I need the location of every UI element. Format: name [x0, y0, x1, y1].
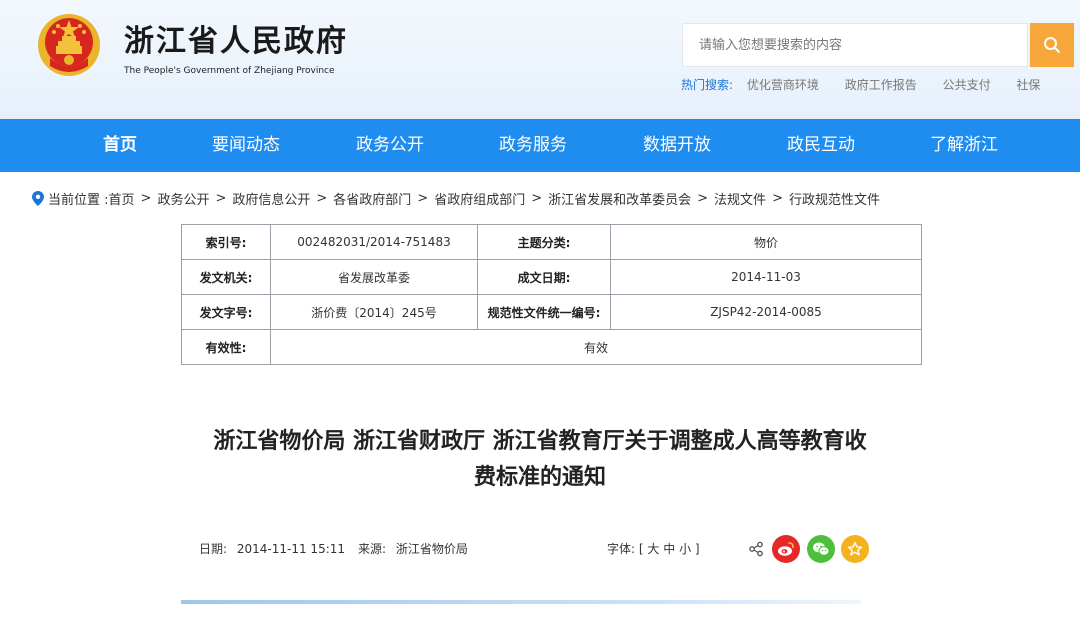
breadcrumb: 当前位置 : 首页 > 政务公开 > 政府信息公开 > 各省政府部门 > 省政府… — [32, 189, 880, 208]
hot-link[interactable]: 优化营商环境 — [747, 78, 819, 92]
breadcrumb-separator: > — [531, 191, 543, 206]
breadcrumb-item[interactable]: 浙江省发展和改革委员会 — [548, 189, 691, 208]
table-row: 发文字号: 浙价费〔2014〕245号 规范性文件统一编号: ZJSP42-20… — [181, 294, 922, 330]
font-bracket-close: ] — [694, 542, 700, 556]
code-value: ZJSP42-2014-0085 — [610, 294, 922, 330]
validity-label: 有效性: — [181, 329, 271, 365]
font-size-label: 字体: — [607, 542, 636, 556]
weibo-icon — [778, 542, 794, 556]
breadcrumb-item[interactable]: 政务公开 — [157, 189, 209, 208]
emblem-icon[interactable] — [36, 12, 102, 78]
topic-label: 主题分类: — [477, 224, 611, 260]
hot-link[interactable]: 公共支付 — [943, 78, 991, 92]
breadcrumb-separator: > — [140, 191, 152, 206]
breadcrumb-separator: > — [215, 191, 227, 206]
issuer-value: 省发展改革委 — [270, 259, 478, 295]
breadcrumb-separator: > — [417, 191, 429, 206]
share-icon[interactable] — [748, 541, 764, 557]
favorite-button[interactable] — [841, 535, 869, 563]
breadcrumb-separator: > — [697, 191, 709, 206]
main-nav: 首页 要闻动态 政务公开 政务服务 数据开放 政民互动 了解浙江 — [0, 119, 1080, 172]
search-icon — [1044, 37, 1060, 53]
hot-search-label: 热门搜索: — [681, 78, 734, 92]
date-label: 日期: — [199, 542, 228, 556]
search-input[interactable] — [683, 24, 1019, 66]
date-label: 成文日期: — [477, 259, 611, 295]
star-icon — [847, 541, 863, 556]
article-title-line: 浙江省物价局 浙江省财政厅 浙江省教育厅关于调整成人高等教育收 — [213, 429, 867, 454]
topic-value: 物价 — [610, 224, 922, 260]
search-box — [682, 23, 1028, 67]
breadcrumb-separator: > — [772, 191, 783, 206]
site-header: 浙江省人民政府 The People's Government of Zheji… — [0, 0, 1080, 119]
validity-value: 有效 — [270, 329, 922, 365]
wechat-share-button[interactable] — [807, 535, 835, 563]
font-bracket-open: [ — [638, 542, 644, 556]
table-row: 索引号: 002482031/2014-751483 主题分类: 物价 — [181, 224, 922, 260]
issuer-label: 发文机关: — [181, 259, 271, 295]
nav-item-gov-affairs[interactable]: 政务公开 — [356, 119, 424, 172]
weibo-share-button[interactable] — [772, 535, 800, 563]
article-title-line: 费标准的通知 — [473, 465, 606, 490]
hot-link[interactable]: 政府工作报告 — [845, 78, 917, 92]
site-subtitle: The People's Government of Zhejiang Prov… — [124, 66, 335, 76]
docno-value: 浙价费〔2014〕245号 — [270, 294, 478, 330]
divider — [181, 600, 861, 604]
font-medium-button[interactable]: 中 — [663, 542, 675, 556]
font-large-button[interactable]: 大 — [647, 542, 659, 556]
source-label: 来源: — [358, 542, 387, 556]
docno-label: 发文字号: — [181, 294, 271, 330]
table-row: 发文机关: 省发展改革委 成文日期: 2014-11-03 — [181, 259, 922, 295]
index-label: 索引号: — [181, 224, 271, 260]
nav-item-open-data[interactable]: 数据开放 — [643, 119, 711, 172]
breadcrumb-item[interactable]: 各省政府部门 — [333, 189, 411, 208]
nav-item-interaction[interactable]: 政民互动 — [787, 119, 855, 172]
index-value: 002482031/2014-751483 — [270, 224, 478, 260]
breadcrumb-separator: > — [316, 191, 328, 206]
location-pin-icon — [32, 191, 44, 206]
document-meta-table: 索引号: 002482031/2014-751483 主题分类: 物价 发文机关… — [181, 224, 922, 365]
date-value: 2014-11-11 15:11 — [236, 542, 346, 556]
table-row: 有效性: 有效 — [181, 329, 922, 365]
article-date: 日期: 2014-11-11 15:11 — [199, 540, 345, 557]
breadcrumb-item[interactable]: 行政规范性文件 — [789, 189, 880, 208]
nav-item-home[interactable]: 首页 — [103, 119, 137, 172]
nav-item-services[interactable]: 政务服务 — [499, 119, 567, 172]
article-source: 来源: 浙江省物价局 — [358, 540, 468, 557]
breadcrumb-item[interactable]: 省政府组成部门 — [434, 189, 525, 208]
breadcrumb-item[interactable]: 政府信息公开 — [232, 189, 310, 208]
site-title[interactable]: 浙江省人民政府 — [124, 16, 348, 60]
hot-search: 热门搜索: 优化营商环境 政府工作报告 公共支付 社保 — [681, 76, 1062, 93]
breadcrumb-label: 当前位置 : — [48, 193, 109, 208]
font-small-button[interactable]: 小 — [679, 542, 691, 556]
breadcrumb-item[interactable]: 法规文件 — [714, 189, 766, 208]
code-label: 规范性文件统一编号: — [477, 294, 611, 330]
nav-item-news[interactable]: 要闻动态 — [212, 119, 280, 172]
source-value: 浙江省物价局 — [395, 542, 468, 556]
search-button[interactable] — [1030, 23, 1074, 67]
wechat-icon — [813, 542, 830, 556]
article-title: 浙江省物价局 浙江省财政厅 浙江省教育厅关于调整成人高等教育收 费标准的通知 — [160, 424, 920, 496]
hot-link[interactable]: 社保 — [1016, 78, 1040, 92]
breadcrumb-item[interactable]: 首页 — [109, 189, 135, 208]
nav-item-about[interactable]: 了解浙江 — [930, 119, 998, 172]
date-value: 2014-11-03 — [610, 259, 922, 295]
font-size-switcher: 字体: [ 大 中 小 ] — [607, 540, 700, 557]
